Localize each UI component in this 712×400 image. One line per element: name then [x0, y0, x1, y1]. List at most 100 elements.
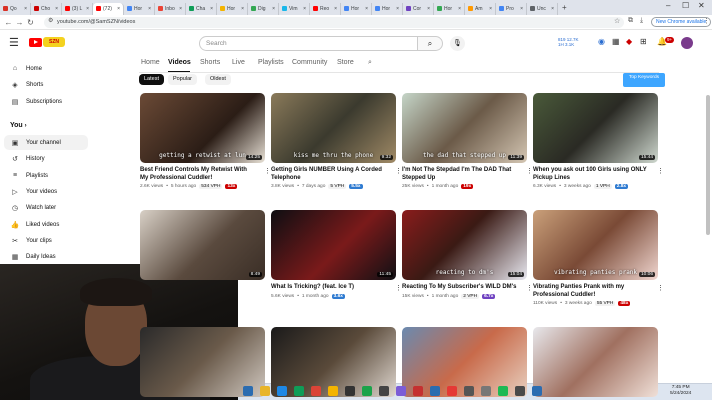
video-card[interactable]: 15:44 When you ask out 100 Girls using ON…: [533, 93, 664, 189]
video-thumbnail[interactable]: reacting to dm's 15:04: [402, 210, 527, 280]
browser-tab[interactable]: Hor ×: [434, 2, 465, 15]
taskbar-app-icon[interactable]: [430, 386, 440, 396]
video-thumbnail[interactable]: vibrating panties prank 10:06: [533, 210, 658, 280]
browser-tab[interactable]: Inbo ×: [155, 2, 186, 15]
video-card[interactable]: reacting to dm's 15:04 Reacting To My Subs…: [402, 210, 533, 299]
browser-tab[interactable]: Hor ×: [124, 2, 155, 15]
taskbar-app-icon[interactable]: [311, 386, 321, 396]
sidebar-item-liked-videos[interactable]: 👍 Liked videos: [4, 217, 88, 232]
video-thumbnail[interactable]: 15:44: [533, 93, 658, 163]
more-options-icon[interactable]: ⋮: [657, 167, 664, 175]
tab-close-icon[interactable]: ×: [365, 6, 368, 12]
tab-close-icon[interactable]: ×: [241, 6, 244, 12]
voice-search-button[interactable]: 🎙: [450, 36, 465, 51]
taskbar-app-icon[interactable]: [515, 386, 525, 396]
bookmark-star-icon[interactable]: ☆: [614, 17, 620, 25]
sidebar-item-daily-ideas[interactable]: ▦ Daily Ideas: [4, 249, 88, 264]
tab-close-icon[interactable]: ×: [334, 6, 337, 12]
video-card[interactable]: vibrating panties prank 10:06 Vibrating Pa…: [533, 210, 664, 306]
browser-tab[interactable]: Reo ×: [310, 2, 341, 15]
taskbar-app-icon[interactable]: [277, 386, 287, 396]
vidiq-stats[interactable]: 819 12.7K 1H 3.1K: [558, 37, 579, 47]
download-icon[interactable]: ⤓: [640, 17, 643, 25]
video-card[interactable]: [533, 327, 658, 397]
taskbar-app-icon[interactable]: [396, 386, 406, 396]
system-clock[interactable]: 7:45 PM 5/24/2024: [670, 385, 691, 397]
more-options-icon[interactable]: ⋮: [526, 284, 533, 292]
create-video-icon[interactable]: ⊞: [640, 37, 647, 46]
video-card[interactable]: kiss me thru the phone 9:32 Getting Girls …: [271, 93, 402, 189]
video-title[interactable]: Getting Girls NUMBER Using A Corded Tele…: [271, 167, 386, 182]
tab-close-icon[interactable]: ×: [551, 6, 554, 12]
sidebar-item-shorts[interactable]: ◈ Shorts: [4, 77, 88, 92]
taskbar-app-icon[interactable]: [345, 386, 355, 396]
tab-close-icon[interactable]: ×: [489, 6, 492, 12]
search-input[interactable]: Search: [199, 36, 418, 51]
video-card[interactable]: 11:45 What Is Tricking? (feat. Ice T) ⋮ 5.6…: [271, 210, 402, 299]
maximize-icon[interactable]: ☐: [682, 1, 689, 10]
video-title[interactable]: I'm Not The Stepdad I'm The DAD That Ste…: [402, 167, 517, 182]
sidebar-item-history[interactable]: ↺ History: [4, 151, 88, 166]
taskbar-app-icon[interactable]: [447, 386, 457, 396]
browser-tab[interactable]: Hor ×: [341, 2, 372, 15]
tab-close-icon[interactable]: ×: [272, 6, 275, 12]
browser-tab[interactable]: Dig ×: [248, 2, 279, 15]
search-button[interactable]: ⌕: [418, 36, 443, 51]
taskbar-app-icon[interactable]: [464, 386, 474, 396]
video-thumbnail[interactable]: getting a retwist at lun 14:25: [140, 93, 265, 163]
sidebar-you-heading[interactable]: You ›: [10, 122, 27, 129]
more-options-icon[interactable]: ⋮: [526, 167, 533, 175]
browser-tab[interactable]: (3) L ×: [62, 2, 93, 15]
browser-tab[interactable]: Vim ×: [279, 2, 310, 15]
video-title[interactable]: Vibrating Panties Prank with my Professi…: [533, 284, 648, 299]
taskbar-app-icon[interactable]: [532, 386, 542, 396]
taskbar-app-icon[interactable]: [260, 386, 270, 396]
channel-search-icon[interactable]: ⌕: [368, 59, 372, 67]
youtube-logo-icon[interactable]: [29, 38, 42, 47]
browser-tab[interactable]: Am ×: [465, 2, 496, 15]
video-card[interactable]: 8:49: [140, 210, 265, 280]
sidebar-item-home[interactable]: ⌂ Home: [4, 61, 88, 76]
tab-close-icon[interactable]: ×: [86, 6, 89, 12]
filter-chip-popular[interactable]: Popular: [168, 74, 197, 85]
tab-close-icon[interactable]: ×: [427, 6, 430, 12]
browser-tab[interactable]: Unc ×: [527, 2, 558, 15]
menu-icon[interactable]: ☰: [9, 36, 19, 49]
minimize-icon[interactable]: –: [666, 1, 670, 10]
channel-logo[interactable]: SZN: [43, 37, 65, 47]
forward-icon[interactable]: →: [14, 18, 25, 27]
tab-close-icon[interactable]: ×: [520, 6, 523, 12]
video-title[interactable]: Reacting To My Subscriber's WILD DM's: [402, 284, 517, 292]
sidebar-item-playlists[interactable]: ≡ Playlists: [4, 168, 88, 183]
video-card[interactable]: the dad that stepped up 11:39 I'm Not The …: [402, 93, 533, 189]
browser-tab[interactable]: Cor ×: [403, 2, 434, 15]
video-thumbnail[interactable]: the dad that stepped up 11:39: [402, 93, 527, 163]
browser-tab[interactable]: Cha ×: [186, 2, 217, 15]
browser-tab[interactable]: Cho ×: [31, 2, 62, 15]
video-thumbnail[interactable]: kiss me thru the phone 9:32: [271, 93, 396, 163]
tab-videos[interactable]: Videos: [168, 59, 191, 66]
sidebar-item-your-videos[interactable]: ▷ Your videos: [4, 184, 88, 199]
tab-close-icon[interactable]: ×: [117, 6, 120, 12]
tab-playlists[interactable]: Playlists: [258, 59, 284, 66]
tab-close-icon[interactable]: ×: [396, 6, 399, 12]
tab-close-icon[interactable]: ×: [458, 6, 461, 12]
video-title[interactable]: What Is Tricking? (feat. Ice T): [271, 284, 386, 292]
video-title[interactable]: When you ask out 100 Girls using ONLY Pi…: [533, 167, 648, 182]
site-info-icon[interactable]: ⚙: [48, 17, 53, 24]
chrome-menu-icon[interactable]: ⋮: [703, 17, 710, 25]
taskbar-app-icon[interactable]: [243, 386, 253, 396]
account-avatar[interactable]: [681, 37, 693, 49]
tab-close-icon[interactable]: ×: [303, 6, 306, 12]
extension-badge-icon[interactable]: ◆: [626, 37, 632, 46]
taskbar-app-icon[interactable]: [498, 386, 508, 396]
taskbar-app-icon[interactable]: [294, 386, 304, 396]
video-thumbnail[interactable]: [533, 327, 658, 397]
sidebar-item-watch-later[interactable]: ◷ Watch later: [4, 200, 88, 215]
taskbar-app-icon[interactable]: [328, 386, 338, 396]
browser-tab[interactable]: Pro ×: [496, 2, 527, 15]
tab-close-icon[interactable]: ×: [24, 6, 27, 12]
taskbar-app-icon[interactable]: [481, 386, 491, 396]
video-thumbnail[interactable]: 11:45: [271, 210, 396, 280]
browser-tab[interactable]: Qo ×: [0, 2, 31, 15]
